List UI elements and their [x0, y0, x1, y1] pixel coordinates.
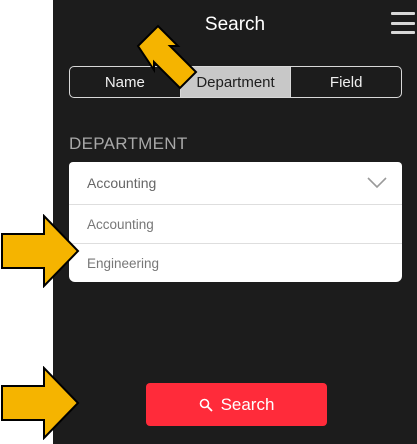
menu-icon[interactable]	[391, 12, 415, 34]
search-mode-tabs: Name Department Field	[69, 66, 402, 98]
pointer-arrow-icon	[1, 366, 80, 440]
page-title: Search	[204, 14, 266, 35]
pointer-arrow-icon	[136, 24, 198, 90]
option-engineering[interactable]: Engineering	[69, 243, 402, 282]
option-accounting[interactable]: Accounting	[69, 204, 402, 243]
search-button-label: Search	[220, 394, 275, 414]
department-selected-value: Accounting	[87, 175, 157, 191]
department-select[interactable]: Accounting	[69, 162, 402, 204]
search-button[interactable]: Search	[146, 383, 327, 426]
department-label: DEPARTMENT	[69, 134, 188, 153]
magnifier-icon	[199, 398, 213, 412]
pointer-arrow-icon	[1, 214, 80, 288]
department-options-list: Accounting Engineering	[69, 204, 402, 282]
tab-field[interactable]: Field	[290, 67, 401, 97]
app-screen: Search Name Department Field DEPARTMENT …	[53, 0, 417, 444]
chevron-down-icon	[367, 177, 387, 189]
